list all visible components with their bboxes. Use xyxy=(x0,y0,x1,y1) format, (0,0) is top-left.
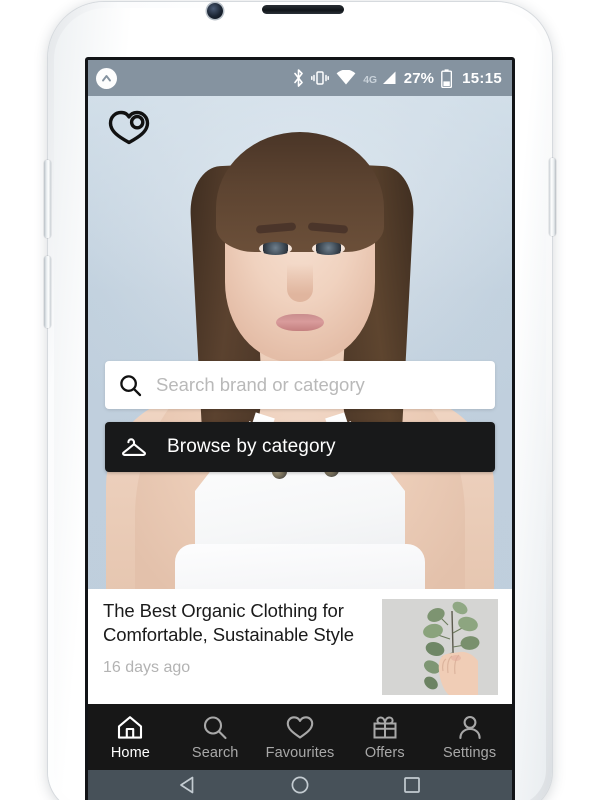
hero-photo xyxy=(88,96,512,589)
status-bar-left xyxy=(96,67,293,89)
heart-icon xyxy=(286,714,314,741)
earpiece-speaker xyxy=(262,5,344,14)
hero-actions: Browse by category xyxy=(88,361,512,472)
status-bar: 4G 27% 15:15 xyxy=(88,60,512,96)
back-icon[interactable] xyxy=(177,774,199,796)
front-camera xyxy=(207,3,223,19)
article-title: The Best Organic Clothing for Comfortabl… xyxy=(103,600,354,645)
hero-banner: Browse by category xyxy=(88,96,512,589)
bottom-navigation: Home Search Favourites Offers Settings xyxy=(88,704,512,770)
article-card[interactable]: The Best Organic Clothing for Comfortabl… xyxy=(88,589,512,701)
app-logo xyxy=(106,104,152,150)
clothes-hanger-icon xyxy=(121,435,147,459)
nav-label-favourites: Favourites xyxy=(265,744,335,761)
search-input[interactable] xyxy=(156,374,481,396)
eucalyptus-illustration xyxy=(382,599,498,695)
screenshot-stage: 4G 27% 15:15 Search brand or category Br… xyxy=(0,0,600,800)
battery-low-icon xyxy=(441,68,453,88)
nav-label-home: Home xyxy=(110,744,150,761)
volume-down-button[interactable] xyxy=(44,256,51,328)
person-icon xyxy=(457,714,483,741)
browse-by-category-label: Browse by category xyxy=(167,436,336,457)
chevron-up-circle-icon xyxy=(96,67,117,89)
phone-screen: 4G 27% 15:15 Search brand or category Br… xyxy=(88,60,512,800)
vibrate-icon xyxy=(311,71,330,85)
article-thumbnail xyxy=(382,599,498,695)
recents-icon[interactable] xyxy=(401,774,423,796)
search-icon xyxy=(202,714,228,741)
nav-item-favourites[interactable]: Favourites xyxy=(258,714,343,761)
search-icon xyxy=(119,374,142,397)
search-bar[interactable] xyxy=(105,361,495,409)
nav-item-offers[interactable]: Offers xyxy=(342,714,427,761)
power-button[interactable] xyxy=(549,158,556,236)
status-bar-right: 4G 27% 15:15 xyxy=(293,68,502,88)
nav-item-settings[interactable]: Settings xyxy=(427,714,512,761)
volume-up-button[interactable] xyxy=(44,160,51,238)
article-text: The Best Organic Clothing for Comfortabl… xyxy=(103,599,370,701)
article-timestamp: 16 days ago xyxy=(103,659,191,676)
android-system-nav xyxy=(88,770,512,800)
nav-label-offers: Offers xyxy=(364,744,405,761)
nav-item-search[interactable]: Search xyxy=(173,714,258,761)
nav-item-home[interactable]: Home xyxy=(88,714,173,761)
home-icon xyxy=(117,714,143,741)
network-type-label: 4G xyxy=(363,73,377,86)
wifi-icon xyxy=(336,70,356,85)
home-circle-icon[interactable] xyxy=(289,774,311,796)
nav-label-search: Search xyxy=(191,744,239,761)
gift-icon xyxy=(372,714,398,741)
heart-nine-logo xyxy=(108,110,150,145)
browse-by-category-button[interactable]: Browse by category xyxy=(105,422,495,472)
signal-icon xyxy=(382,71,396,84)
bluetooth-icon xyxy=(294,69,303,87)
nav-label-settings: Settings xyxy=(442,744,497,761)
battery-percent-label: 27% xyxy=(403,69,435,87)
status-bar-clock: 15:15 xyxy=(462,69,502,87)
